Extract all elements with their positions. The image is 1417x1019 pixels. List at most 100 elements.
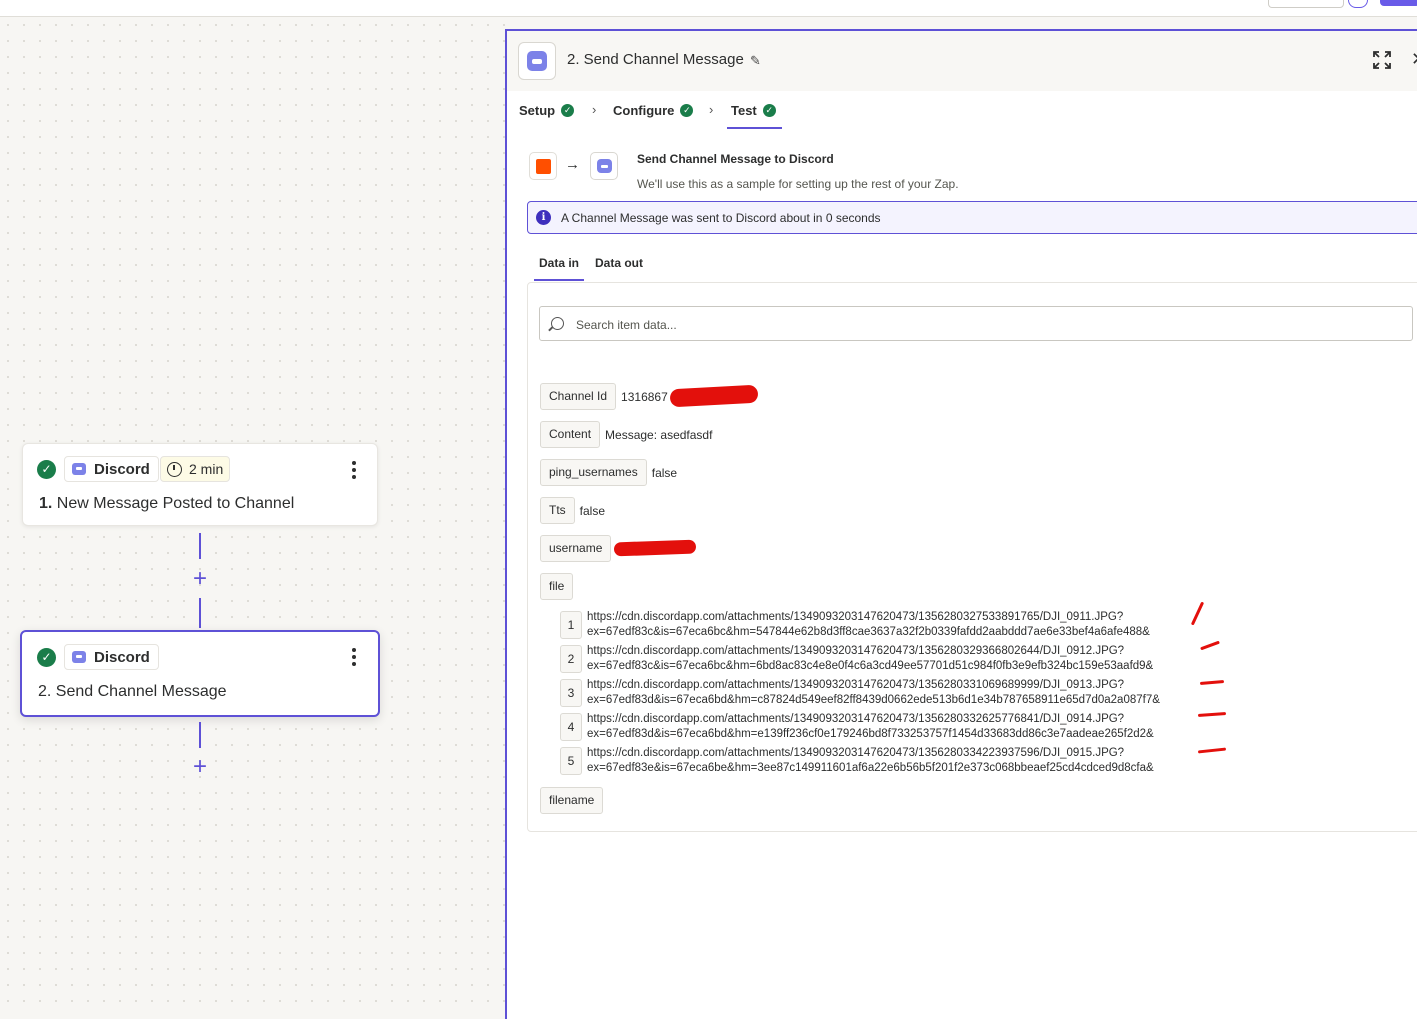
- connector-line: [199, 598, 201, 628]
- annotation-mark: [1200, 640, 1220, 651]
- success-alert: i A Channel Message was sent to Discord …: [527, 201, 1417, 234]
- app-chip: Discord: [64, 644, 159, 670]
- kebab-menu-icon[interactable]: [352, 461, 356, 479]
- field-row-file: file: [540, 573, 574, 600]
- duration-chip: 2 min: [160, 456, 231, 482]
- tab-test[interactable]: Test ✓: [731, 103, 776, 118]
- app-chip: Discord: [64, 456, 159, 482]
- arrow-right-icon: →: [565, 156, 580, 173]
- file-url[interactable]: https://cdn.discordapp.com/attachments/1…: [587, 644, 1153, 674]
- field-key: file: [540, 573, 574, 600]
- annotation-mark: [1190, 601, 1205, 626]
- plus-icon[interactable]: +: [190, 567, 210, 591]
- field-value: false: [651, 465, 678, 480]
- step-number: 2.: [38, 683, 52, 700]
- plus-icon[interactable]: +: [190, 755, 210, 779]
- action-step-card[interactable]: ✓ Discord 2. Send Channel Message: [20, 630, 380, 717]
- redaction-mark: [669, 384, 759, 408]
- pencil-icon[interactable]: ✎: [750, 53, 761, 69]
- tab-configure[interactable]: Configure ✓: [613, 103, 694, 118]
- file-url[interactable]: https://cdn.discordapp.com/attachments/1…: [587, 746, 1154, 776]
- top-bar-button[interactable]: [1268, 0, 1344, 8]
- field-key: Tts: [540, 497, 575, 524]
- file-index: 3: [560, 679, 582, 707]
- clock-icon: [167, 461, 182, 477]
- field-value: false: [579, 503, 606, 518]
- zap-canvas: ✓ Discord 2 min 1. New Message Posted to…: [0, 17, 505, 1004]
- field-row-ping-usernames: ping_usernames false: [540, 459, 677, 486]
- file-index: 2: [560, 645, 582, 673]
- tab-data-out[interactable]: Data out: [595, 256, 643, 270]
- field-row-content: Content Message: asedfasdf: [540, 421, 712, 448]
- connector-line: [199, 533, 201, 559]
- tab-label: Test: [731, 103, 757, 118]
- step-title: 1. New Message Posted to Channel: [39, 495, 294, 513]
- expand-icon[interactable]: [1373, 51, 1391, 69]
- field-key: filename: [540, 787, 604, 814]
- chevron-right-icon: ›: [709, 102, 714, 117]
- file-url[interactable]: https://cdn.discordapp.com/attachments/1…: [587, 712, 1154, 742]
- tab-label: Configure: [613, 103, 675, 118]
- panel-header: 2. Send Channel Message ✎ ✕: [507, 31, 1417, 91]
- duration-label: 2 min: [189, 461, 224, 477]
- discord-icon: [518, 42, 556, 80]
- file-list-item: 5 https://cdn.discordapp.com/attachments…: [560, 746, 1154, 776]
- top-bar: [0, 0, 1417, 17]
- trigger-step-card[interactable]: ✓ Discord 2 min 1. New Message Posted to…: [22, 443, 378, 526]
- file-list-item: 1 https://cdn.discordapp.com/attachments…: [560, 610, 1150, 640]
- step-title: 2. Send Channel Message: [38, 683, 227, 701]
- search-input[interactable]: [574, 315, 1378, 335]
- check-icon: ✓: [37, 648, 56, 667]
- field-row-username: username: [540, 535, 616, 562]
- alert-text: A Channel Message was sent to Discord ab…: [561, 211, 881, 225]
- redaction-mark: [613, 539, 697, 557]
- field-row-tts: Tts false: [540, 497, 605, 524]
- file-index: 4: [560, 713, 582, 741]
- top-bar-primary-button[interactable]: [1380, 0, 1417, 6]
- chevron-right-icon: ›: [592, 102, 597, 117]
- step-title-text: New Message Posted to Channel: [56, 495, 295, 512]
- tab-label: Setup: [519, 103, 556, 118]
- discord-icon: [72, 463, 86, 475]
- flow-title: Send Channel Message to Discord: [637, 152, 834, 166]
- step-detail-panel: 2. Send Channel Message ✎ ✕ Setup ✓ › Co…: [505, 29, 1417, 1019]
- file-url[interactable]: https://cdn.discordapp.com/attachments/1…: [587, 610, 1150, 640]
- field-value: 1316867: [621, 389, 668, 404]
- close-icon[interactable]: ✕: [1411, 49, 1417, 70]
- file-list-item: 4 https://cdn.discordapp.com/attachments…: [560, 712, 1154, 742]
- app-name: Discord: [94, 460, 150, 478]
- discord-icon: [72, 651, 86, 663]
- tab-setup[interactable]: Setup ✓: [519, 103, 575, 118]
- field-row-filename: filename: [540, 787, 604, 814]
- search-icon: [551, 317, 564, 330]
- info-icon: i: [536, 210, 551, 225]
- step-title-text: Send Channel Message: [55, 683, 227, 700]
- flow-subtitle: We'll use this as a sample for setting u…: [637, 177, 959, 191]
- field-key: Channel Id: [540, 383, 617, 410]
- file-index: 1: [560, 611, 582, 639]
- tab-data-in[interactable]: Data in: [539, 256, 579, 270]
- check-icon: ✓: [680, 104, 694, 117]
- check-icon: ✓: [762, 104, 776, 117]
- kebab-menu-icon[interactable]: [352, 648, 356, 666]
- active-tab-indicator: [727, 127, 782, 129]
- app-name: Discord: [94, 648, 150, 666]
- annotation-mark: [1197, 712, 1227, 717]
- annotation-mark: [1197, 747, 1227, 754]
- active-data-tab-indicator: [534, 279, 584, 281]
- data-in-box: Channel Id 1316867 Content Message: ased…: [527, 282, 1417, 832]
- file-url[interactable]: https://cdn.discordapp.com/attachments/1…: [587, 678, 1160, 708]
- file-list-item: 2 https://cdn.discordapp.com/attachments…: [560, 644, 1153, 674]
- panel-title[interactable]: 2. Send Channel Message: [567, 51, 744, 68]
- field-row-channel-id: Channel Id 1316867: [540, 383, 668, 410]
- file-index: 5: [560, 747, 582, 775]
- top-bar-toggle[interactable]: [1348, 0, 1368, 8]
- file-list-item: 3 https://cdn.discordapp.com/attachments…: [560, 678, 1160, 708]
- annotation-mark: [1199, 679, 1225, 686]
- connector-line: [199, 722, 201, 748]
- check-icon: ✓: [37, 460, 56, 479]
- zapier-step-icon: [529, 152, 557, 180]
- field-key: Content: [540, 421, 601, 448]
- field-key: ping_usernames: [540, 459, 647, 486]
- step-number: 1.: [39, 495, 53, 512]
